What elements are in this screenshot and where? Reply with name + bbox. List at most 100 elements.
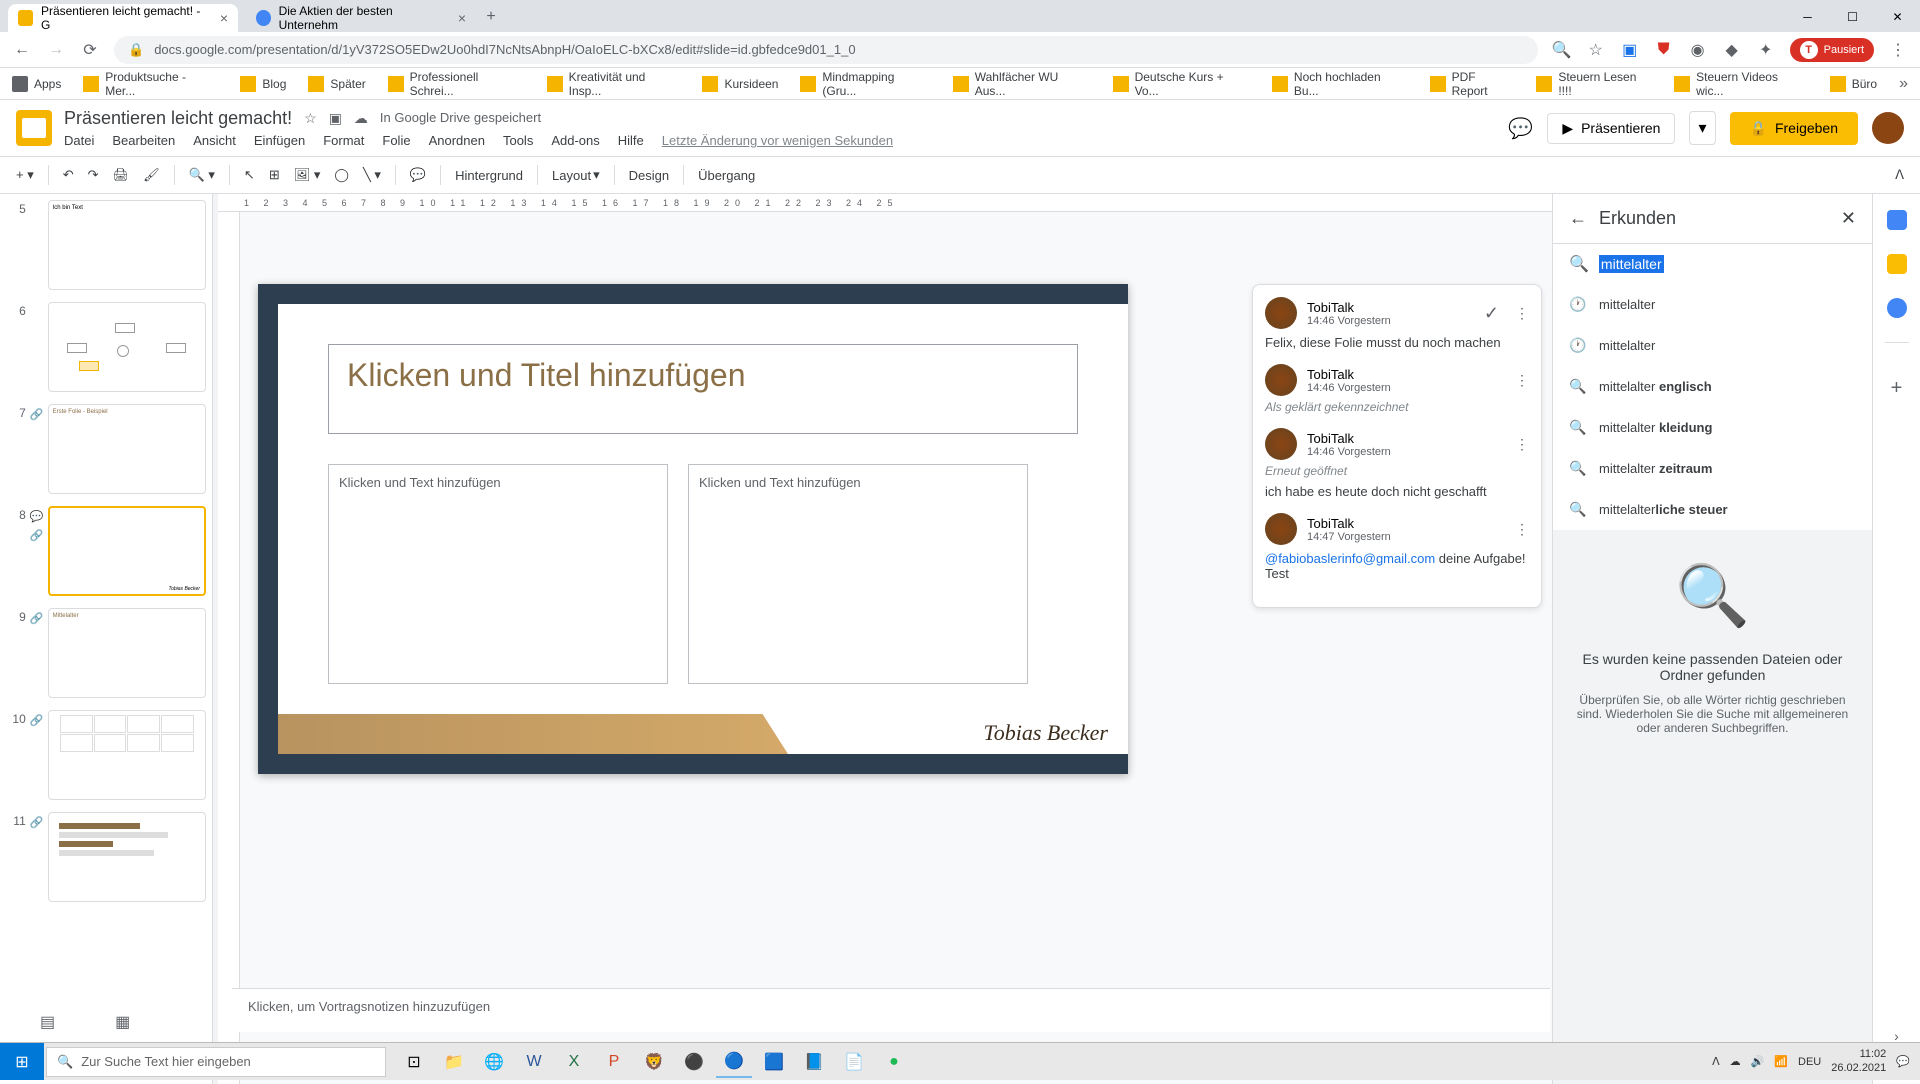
taskbar-clock[interactable]: 11:02 26.02.2021 bbox=[1831, 1048, 1886, 1074]
keep-icon[interactable] bbox=[1887, 254, 1907, 274]
grid-view-icon[interactable]: ▦ bbox=[115, 1012, 130, 1032]
close-button[interactable]: ✕ bbox=[1875, 2, 1920, 32]
slide-thumbnail[interactable] bbox=[48, 812, 206, 902]
bookmark-item[interactable]: PDF Report bbox=[1430, 70, 1515, 98]
menu-icon[interactable]: ⋮ bbox=[1888, 40, 1908, 60]
slide-title-placeholder[interactable]: Klicken und Titel hinzufügen bbox=[328, 344, 1078, 434]
menu-arrange[interactable]: Anordnen bbox=[429, 133, 485, 148]
document-title[interactable]: Präsentieren leicht gemacht! bbox=[64, 108, 292, 129]
suggestion-item[interactable]: 🔍mittelalter zeitraum bbox=[1553, 448, 1872, 489]
last-edit-link[interactable]: Letzte Änderung vor wenigen Sekunden bbox=[662, 133, 893, 148]
edge-icon[interactable]: 🌐 bbox=[476, 1046, 512, 1078]
present-dropdown-button[interactable]: ▾ bbox=[1689, 111, 1715, 145]
app-icon[interactable]: 📘 bbox=[796, 1046, 832, 1078]
bookmark-item[interactable]: Steuern Videos wic... bbox=[1674, 70, 1807, 98]
excel-icon[interactable]: X bbox=[556, 1046, 592, 1078]
profile-button[interactable]: T Pausiert bbox=[1790, 38, 1874, 62]
bookmarks-overflow-icon[interactable]: » bbox=[1899, 75, 1908, 93]
bookmark-item[interactable]: Wahlfächer WU Aus... bbox=[953, 70, 1091, 98]
powerpoint-icon[interactable]: P bbox=[596, 1046, 632, 1078]
onedrive-icon[interactable]: ☁ bbox=[1730, 1055, 1741, 1068]
image-button[interactable]: 🖼 ▾ bbox=[294, 167, 321, 183]
extension-icon[interactable]: ▣ bbox=[1620, 40, 1640, 60]
transition-button[interactable]: Übergang bbox=[698, 168, 755, 183]
menu-addons[interactable]: Add-ons bbox=[551, 133, 599, 148]
extensions-puzzle-icon[interactable]: ✦ bbox=[1756, 40, 1776, 60]
slide-thumbnail[interactable]: Erste Folie - Beispiel bbox=[48, 404, 206, 494]
extension-icon[interactable]: ◆ bbox=[1722, 40, 1742, 60]
explorer-icon[interactable]: 📁 bbox=[436, 1046, 472, 1078]
bookmark-item[interactable]: Büro bbox=[1830, 76, 1877, 92]
bookmark-item[interactable]: Produktsuche - Mer... bbox=[83, 70, 218, 98]
volume-icon[interactable]: 🔊 bbox=[1751, 1055, 1765, 1068]
taskbar-search[interactable]: 🔍 Zur Suche Text hier eingeben bbox=[46, 1047, 386, 1077]
word-icon[interactable]: W bbox=[516, 1046, 552, 1078]
slide-thumbnail-active[interactable]: Tobias Becker bbox=[48, 506, 206, 596]
slides-logo[interactable] bbox=[16, 110, 52, 146]
slide-thumbnail[interactable]: Mittelalter bbox=[48, 608, 206, 698]
print-icon[interactable]: 🖨 bbox=[113, 167, 130, 183]
obs-icon[interactable]: ⚫ bbox=[676, 1046, 712, 1078]
slide-content-right[interactable]: Klicken und Text hinzufügen bbox=[688, 464, 1028, 684]
menu-help[interactable]: Hilfe bbox=[618, 133, 644, 148]
suggestion-item[interactable]: 🔍mittelalterliche steuer bbox=[1553, 489, 1872, 530]
comment-menu-icon[interactable]: ⋮ bbox=[1515, 305, 1529, 322]
zoom-button[interactable]: 🔍 ▾ bbox=[189, 167, 215, 183]
minimize-button[interactable]: ─ bbox=[1785, 2, 1830, 32]
task-view-icon[interactable]: ⊡ bbox=[396, 1046, 432, 1078]
language-indicator[interactable]: DEU bbox=[1798, 1056, 1821, 1068]
notifications-icon[interactable]: 💬 bbox=[1896, 1055, 1910, 1068]
user-avatar[interactable] bbox=[1872, 112, 1904, 144]
comment-menu-icon[interactable]: ⋮ bbox=[1515, 436, 1529, 453]
resolve-check-icon[interactable]: ✓ bbox=[1484, 303, 1499, 324]
bookmark-item[interactable]: Mindmapping (Gru... bbox=[800, 70, 930, 98]
menu-insert[interactable]: Einfügen bbox=[254, 133, 305, 148]
undo-icon[interactable]: ↶ bbox=[63, 167, 74, 183]
textbox-icon[interactable]: ⊞ bbox=[269, 167, 280, 183]
menu-format[interactable]: Format bbox=[323, 133, 364, 148]
bookmark-item[interactable]: Deutsche Kurs + Vo... bbox=[1113, 70, 1250, 98]
blocker-icon[interactable]: ⛊ bbox=[1654, 41, 1674, 59]
suggestion-item[interactable]: 🔍mittelalter englisch bbox=[1553, 366, 1872, 407]
chrome-icon[interactable]: 🔵 bbox=[716, 1046, 752, 1078]
suggestion-item[interactable]: 🕐mittelalter bbox=[1553, 325, 1872, 366]
close-icon[interactable]: ✕ bbox=[1841, 208, 1856, 229]
select-tool-icon[interactable]: ↖ bbox=[244, 167, 255, 183]
start-button[interactable]: ⊞ bbox=[0, 1043, 44, 1080]
background-button[interactable]: Hintergrund bbox=[455, 168, 523, 183]
redo-icon[interactable]: ↷ bbox=[88, 167, 99, 183]
filmstrip-view-icon[interactable]: ▤ bbox=[40, 1012, 55, 1032]
slide-thumbnail[interactable] bbox=[48, 302, 206, 392]
slide-thumbnail[interactable] bbox=[48, 710, 206, 800]
shape-icon[interactable]: ◯ bbox=[334, 167, 349, 183]
menu-file[interactable]: Datei bbox=[64, 133, 94, 148]
slide-canvas[interactable]: Klicken und Titel hinzufügen Klicken und… bbox=[258, 284, 1128, 774]
tasks-icon[interactable] bbox=[1887, 298, 1907, 318]
back-icon[interactable]: ← bbox=[12, 41, 32, 59]
slide-thumbnails-panel[interactable]: 5Ich bin Text 6 7🔗Erste Folie - Beispiel… bbox=[0, 194, 212, 1084]
menu-edit[interactable]: Bearbeiten bbox=[112, 133, 175, 148]
bookmark-item[interactable]: Professionell Schrei... bbox=[388, 70, 525, 98]
bookmark-item[interactable]: Steuern Lesen !!!! bbox=[1536, 70, 1652, 98]
explore-search-box[interactable]: 🔍 mittelalter bbox=[1553, 244, 1872, 284]
comment-mention[interactable]: @fabiobaslerinfo@gmail.com bbox=[1265, 551, 1435, 566]
bookmark-item[interactable]: Später bbox=[308, 76, 365, 92]
calendar-icon[interactable] bbox=[1887, 210, 1907, 230]
reload-icon[interactable]: ⟳ bbox=[80, 40, 100, 60]
extension-icon[interactable]: ◉ bbox=[1688, 40, 1708, 60]
wifi-icon[interactable]: 📶 bbox=[1774, 1055, 1788, 1068]
spotify-icon[interactable]: ● bbox=[876, 1046, 912, 1078]
notepad-icon[interactable]: 📄 bbox=[836, 1046, 872, 1078]
collapse-toolbar-icon[interactable]: ᐱ bbox=[1895, 167, 1904, 183]
bookmark-item[interactable]: Kursideen bbox=[702, 76, 778, 92]
suggestion-item[interactable]: 🕐mittelalter bbox=[1553, 284, 1872, 325]
design-button[interactable]: Design bbox=[629, 168, 669, 183]
maximize-button[interactable]: ☐ bbox=[1830, 2, 1875, 32]
slide-thumbnail[interactable]: Ich bin Text bbox=[48, 200, 206, 290]
line-button[interactable]: ╲ ▾ bbox=[363, 167, 381, 183]
comment-menu-icon[interactable]: ⋮ bbox=[1515, 521, 1529, 538]
bookmark-item[interactable]: Noch hochladen Bu... bbox=[1272, 70, 1408, 98]
forward-icon[interactable]: → bbox=[46, 41, 66, 59]
star-icon[interactable]: ☆ bbox=[304, 110, 317, 127]
back-arrow-icon[interactable]: ← bbox=[1569, 208, 1587, 229]
